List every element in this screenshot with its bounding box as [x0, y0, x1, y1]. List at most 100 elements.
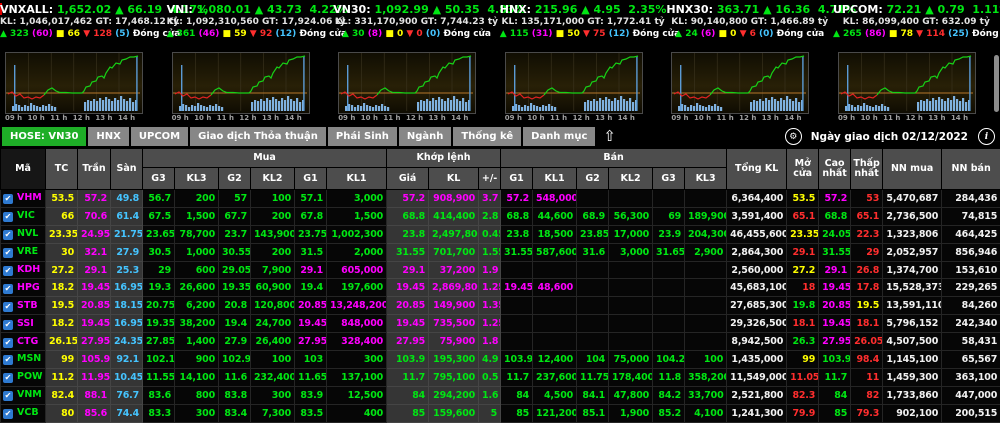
price-change[interactable]: 3.7: [479, 190, 501, 208]
sell-volume-3[interactable]: 189,900: [685, 207, 727, 225]
sell-price-1[interactable]: 85: [501, 404, 533, 422]
symbol-cell[interactable]: ✔POW: [1, 368, 46, 386]
sell-volume-2[interactable]: [609, 190, 653, 208]
buy-price-3[interactable]: 83.3: [143, 404, 175, 422]
matched-price[interactable]: 11.7: [387, 368, 429, 386]
sell-volume-2[interactable]: [609, 261, 653, 279]
sell-volume-2[interactable]: [609, 279, 653, 297]
buy-volume-1[interactable]: 605,000: [327, 261, 387, 279]
sell-price-2[interactable]: 104: [577, 351, 609, 369]
buy-volume-1[interactable]: 3,000: [327, 190, 387, 208]
ticker-symbol[interactable]: NVL: [17, 228, 38, 239]
buy-volume-3[interactable]: 78,700: [175, 225, 219, 243]
buy-volume-1[interactable]: 13,248,200: [327, 297, 387, 315]
tab-th-ng-k-[interactable]: Thống kê: [453, 127, 521, 146]
sell-price-2[interactable]: 84.1: [577, 386, 609, 404]
symbol-cell[interactable]: ✔VNM: [1, 386, 46, 404]
sell-volume-2[interactable]: 3,000: [609, 243, 653, 261]
sell-price-3[interactable]: 104.2: [653, 351, 685, 369]
buy-price-2[interactable]: 30.55: [219, 243, 251, 261]
symbol-cell[interactable]: ✔MSN: [1, 351, 46, 369]
symbol-cell[interactable]: ✔VRE: [1, 243, 46, 261]
buy-volume-3[interactable]: 38,200: [175, 315, 219, 333]
sell-volume-3[interactable]: [685, 315, 727, 333]
index-panel-vnxall[interactable]: VNXALL: 1,652.02 ▲ 66.19 4.17%KL: 1,046,…: [0, 0, 167, 125]
sell-price-3[interactable]: [653, 315, 685, 333]
sell-volume-3[interactable]: [685, 261, 727, 279]
buy-volume-2[interactable]: 24,700: [251, 315, 295, 333]
index-panel-hnx[interactable]: HNX: 215.96 ▲ 4.95 2.35%KL: 135,171,000 …: [500, 0, 667, 125]
buy-volume-2[interactable]: 300: [251, 386, 295, 404]
sell-volume-1[interactable]: 12,400: [533, 351, 577, 369]
ticker-symbol[interactable]: KDH: [17, 264, 40, 275]
price-change[interactable]: 5: [479, 404, 501, 422]
matched-price[interactable]: 31.55: [387, 243, 429, 261]
watchlist-checkbox[interactable]: ✔: [3, 302, 13, 312]
buy-volume-2[interactable]: 100: [251, 351, 295, 369]
sell-volume-3[interactable]: [685, 333, 727, 351]
sell-volume-3[interactable]: 358,200: [685, 368, 727, 386]
sell-price-2[interactable]: 85.1: [577, 404, 609, 422]
sell-price-3[interactable]: [653, 333, 685, 351]
sell-volume-1[interactable]: [533, 315, 577, 333]
sell-price-3[interactable]: 85.2: [653, 404, 685, 422]
sell-volume-2[interactable]: 17,000: [609, 225, 653, 243]
buy-volume-3[interactable]: 600: [175, 261, 219, 279]
buy-price-3[interactable]: 11.55: [143, 368, 175, 386]
symbol-cell[interactable]: ✔KDH: [1, 261, 46, 279]
sell-volume-3[interactable]: [685, 190, 727, 208]
ticker-symbol[interactable]: VRE: [17, 246, 38, 257]
buy-volume-1[interactable]: 400: [327, 404, 387, 422]
sell-price-1[interactable]: 31.55: [501, 243, 533, 261]
sell-price-2[interactable]: 11.75: [577, 368, 609, 386]
sell-price-2[interactable]: [577, 333, 609, 351]
price-change[interactable]: 0.5: [479, 368, 501, 386]
sell-price-1[interactable]: 57.2: [501, 190, 533, 208]
sell-volume-1[interactable]: 237,600: [533, 368, 577, 386]
buy-price-1[interactable]: 29.1: [295, 261, 327, 279]
sell-volume-3[interactable]: 204,300: [685, 225, 727, 243]
buy-price-1[interactable]: 83.9: [295, 386, 327, 404]
buy-volume-3[interactable]: 900: [175, 351, 219, 369]
matched-price[interactable]: 29.1: [387, 261, 429, 279]
buy-volume-2[interactable]: 7,300: [251, 404, 295, 422]
buy-price-1[interactable]: 19.4: [295, 279, 327, 297]
buy-price-2[interactable]: 20.8: [219, 297, 251, 315]
sell-volume-2[interactable]: [609, 333, 653, 351]
buy-volume-3[interactable]: 1,400: [175, 333, 219, 351]
ticker-symbol[interactable]: SSI: [17, 318, 34, 329]
buy-price-1[interactable]: 83.5: [295, 404, 327, 422]
tab-hnx[interactable]: HNX: [88, 127, 128, 146]
buy-volume-1[interactable]: 1,500: [327, 207, 387, 225]
buy-price-3[interactable]: 83.6: [143, 386, 175, 404]
buy-price-2[interactable]: 19.35: [219, 279, 251, 297]
sell-price-2[interactable]: 23.85: [577, 225, 609, 243]
settings-gear-icon[interactable]: ⚙: [785, 128, 802, 145]
index-strip-scrollbar[interactable]: [994, 55, 999, 112]
price-change[interactable]: 1.6: [479, 386, 501, 404]
matched-volume[interactable]: 37,200: [429, 261, 479, 279]
watchlist-checkbox[interactable]: ✔: [3, 373, 13, 383]
buy-price-2[interactable]: 102.9: [219, 351, 251, 369]
matched-volume[interactable]: 414,400: [429, 207, 479, 225]
watchlist-checkbox[interactable]: ✔: [3, 338, 13, 348]
ticker-symbol[interactable]: VCB: [17, 407, 39, 418]
matched-price[interactable]: 57.2: [387, 190, 429, 208]
buy-price-2[interactable]: 19.4: [219, 315, 251, 333]
symbol-cell[interactable]: ✔HPG: [1, 279, 46, 297]
buy-volume-2[interactable]: 7,900: [251, 261, 295, 279]
ticker-symbol[interactable]: VIC: [17, 210, 35, 221]
matched-volume[interactable]: 795,100: [429, 368, 479, 386]
matched-volume[interactable]: 149,900: [429, 297, 479, 315]
sell-price-3[interactable]: 23.9: [653, 225, 685, 243]
sell-volume-3[interactable]: 100: [685, 351, 727, 369]
sell-price-3[interactable]: [653, 261, 685, 279]
sell-price-2[interactable]: [577, 190, 609, 208]
info-icon[interactable]: i: [978, 128, 995, 145]
sell-volume-1[interactable]: 48,600: [533, 279, 577, 297]
buy-price-1[interactable]: 67.8: [295, 207, 327, 225]
buy-price-1[interactable]: 19.45: [295, 315, 327, 333]
buy-volume-3[interactable]: 200: [175, 190, 219, 208]
buy-price-3[interactable]: 102.1: [143, 351, 175, 369]
sell-volume-1[interactable]: [533, 333, 577, 351]
